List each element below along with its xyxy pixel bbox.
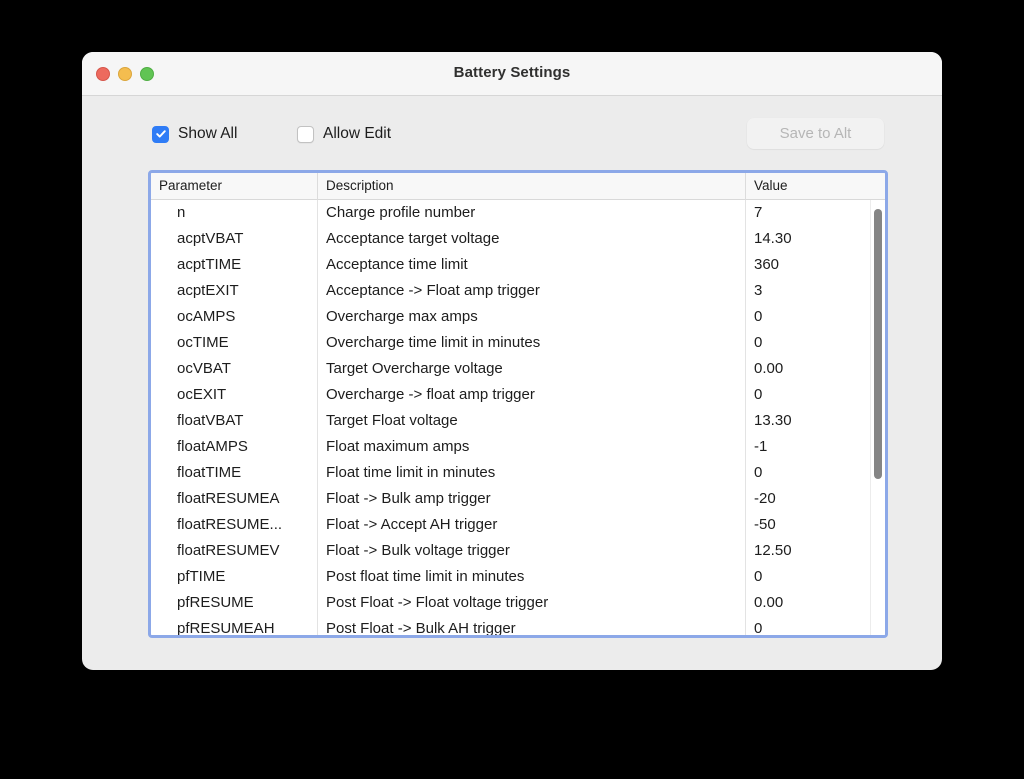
- show-all-checkbox[interactable]: [152, 125, 169, 143]
- desktop-background: Battery Settings Show All Allow Edit Sav…: [0, 0, 1024, 779]
- table-row[interactable]: pfTIME Post float time limit in minutes 0: [151, 564, 885, 590]
- cell-value: 13.30: [754, 412, 792, 429]
- cell-value: 3: [754, 282, 763, 299]
- cell-parameter: n: [151, 200, 318, 226]
- cell-parameter: pfRESUMEAH: [151, 616, 318, 635]
- cell-description: Acceptance time limit: [318, 252, 746, 278]
- checkmark-icon: [155, 130, 166, 138]
- table-row[interactable]: acptEXIT Acceptance -> Float amp trigger 3: [151, 278, 885, 304]
- toolbar: Show All Allow Edit Save to Alt: [82, 96, 942, 166]
- cell-description: Charge profile number: [318, 200, 746, 226]
- window-title: Battery Settings: [453, 64, 571, 81]
- cell-value: -50: [754, 516, 776, 533]
- cell-description: Overcharge -> float amp trigger: [318, 382, 746, 408]
- cell-value: 7: [754, 204, 763, 221]
- cell-description: Post float time limit in minutes: [318, 564, 746, 590]
- table-row[interactable]: ocTIME Overcharge time limit in minutes 0: [151, 330, 885, 356]
- table-row[interactable]: ocAMPS Overcharge max amps 0: [151, 304, 885, 330]
- cell-description: Float time limit in minutes: [318, 460, 746, 486]
- cell-parameter: ocEXIT: [151, 382, 318, 408]
- save-to-alt-button[interactable]: Save to Alt: [747, 118, 884, 149]
- table-row[interactable]: acptTIME Acceptance time limit 360: [151, 252, 885, 278]
- cell-parameter: ocAMPS: [151, 304, 318, 330]
- cell-value: 0.00: [754, 594, 784, 611]
- table-row[interactable]: floatVBAT Target Float voltage 13.30: [151, 408, 885, 434]
- allow-edit-checkbox[interactable]: [297, 125, 314, 143]
- parameters-table: Parameter Description Value n Charge prof…: [148, 170, 888, 638]
- cell-value: 360: [754, 256, 780, 273]
- table-row[interactable]: floatRESUMEA Float -> Bulk amp trigger -20: [151, 486, 885, 512]
- table-header-row: Parameter Description Value: [151, 173, 885, 200]
- cell-value: 12.50: [754, 542, 792, 559]
- cell-value: 14.30: [754, 230, 792, 247]
- scrollbar-thumb[interactable]: [874, 209, 882, 479]
- cell-description: Post Float -> Float voltage trigger: [318, 590, 746, 616]
- table-row[interactable]: ocEXIT Overcharge -> float amp trigger 0: [151, 382, 885, 408]
- cell-value: 0.00: [754, 360, 784, 377]
- allow-edit-label: Allow Edit: [323, 125, 392, 142]
- cell-value: 0: [754, 334, 763, 351]
- table-row[interactable]: floatAMPS Float maximum amps -1: [151, 434, 885, 460]
- table-body: n Charge profile number 7 acptVBAT Acceptanc…: [151, 200, 885, 635]
- cell-description: Post Float -> Bulk AH trigger: [318, 616, 746, 635]
- table-row[interactable]: pfRESUME Post Float -> Float voltage trig…: [151, 590, 885, 616]
- table-scrollbar[interactable]: [870, 200, 885, 635]
- column-header-parameter[interactable]: Parameter: [151, 173, 318, 200]
- cell-parameter: acptEXIT: [151, 278, 318, 304]
- allow-edit-checkbox-group[interactable]: Allow Edit: [297, 125, 391, 143]
- cell-parameter: ocVBAT: [151, 356, 318, 382]
- window-titlebar[interactable]: Battery Settings: [82, 52, 942, 96]
- cell-value: 0: [754, 464, 763, 481]
- show-all-checkbox-group[interactable]: Show All: [152, 125, 237, 143]
- cell-description: Float -> Accept AH trigger: [318, 512, 746, 538]
- cell-parameter: floatRESUMEV: [151, 538, 318, 564]
- table-row[interactable]: floatTIME Float time limit in minutes 0: [151, 460, 885, 486]
- cell-description: Target Float voltage: [318, 408, 746, 434]
- cell-value: -1: [754, 438, 768, 455]
- table-row[interactable]: pfRESUMEAH Post Float -> Bulk AH trigger 0: [151, 616, 885, 635]
- cell-description: Float -> Bulk voltage trigger: [318, 538, 746, 564]
- cell-parameter: floatVBAT: [151, 408, 318, 434]
- cell-parameter: ocTIME: [151, 330, 318, 356]
- cell-value: -20: [754, 490, 776, 507]
- cell-description: Float -> Bulk amp trigger: [318, 486, 746, 512]
- table-row[interactable]: floatRESUMEV Float -> Bulk voltage trigge…: [151, 538, 885, 564]
- cell-parameter: pfRESUME: [151, 590, 318, 616]
- cell-parameter: acptTIME: [151, 252, 318, 278]
- cell-value: 0: [754, 308, 763, 325]
- cell-description: Acceptance -> Float amp trigger: [318, 278, 746, 304]
- cell-parameter: floatRESUME...: [151, 512, 318, 538]
- cell-parameter: acptVBAT: [151, 226, 318, 252]
- column-header-description[interactable]: Description: [318, 173, 746, 200]
- table-row[interactable]: acptVBAT Acceptance target voltage 14.30: [151, 226, 885, 252]
- column-header-value[interactable]: Value: [746, 173, 885, 200]
- cell-value: 0: [754, 568, 763, 585]
- cell-description: Overcharge max amps: [318, 304, 746, 330]
- battery-settings-window: Battery Settings Show All Allow Edit Sav…: [82, 52, 942, 670]
- table-row[interactable]: ocVBAT Target Overcharge voltage 0.00: [151, 356, 885, 382]
- show-all-label: Show All: [178, 125, 238, 142]
- cell-description: Acceptance target voltage: [318, 226, 746, 252]
- cell-value: 0: [754, 386, 763, 403]
- table-rows: n Charge profile number 7 acptVBAT Acceptanc…: [151, 200, 885, 635]
- cell-description: Target Overcharge voltage: [318, 356, 746, 382]
- cell-parameter: floatRESUMEA: [151, 486, 318, 512]
- cell-description: Float maximum amps: [318, 434, 746, 460]
- cell-parameter: floatAMPS: [151, 434, 318, 460]
- cell-parameter: floatTIME: [151, 460, 318, 486]
- cell-parameter: pfTIME: [151, 564, 318, 590]
- table-row[interactable]: floatRESUME... Float -> Accept AH trigger…: [151, 512, 885, 538]
- cell-description: Overcharge time limit in minutes: [318, 330, 746, 356]
- table-row[interactable]: n Charge profile number 7: [151, 200, 885, 226]
- cell-value: 0: [754, 620, 763, 635]
